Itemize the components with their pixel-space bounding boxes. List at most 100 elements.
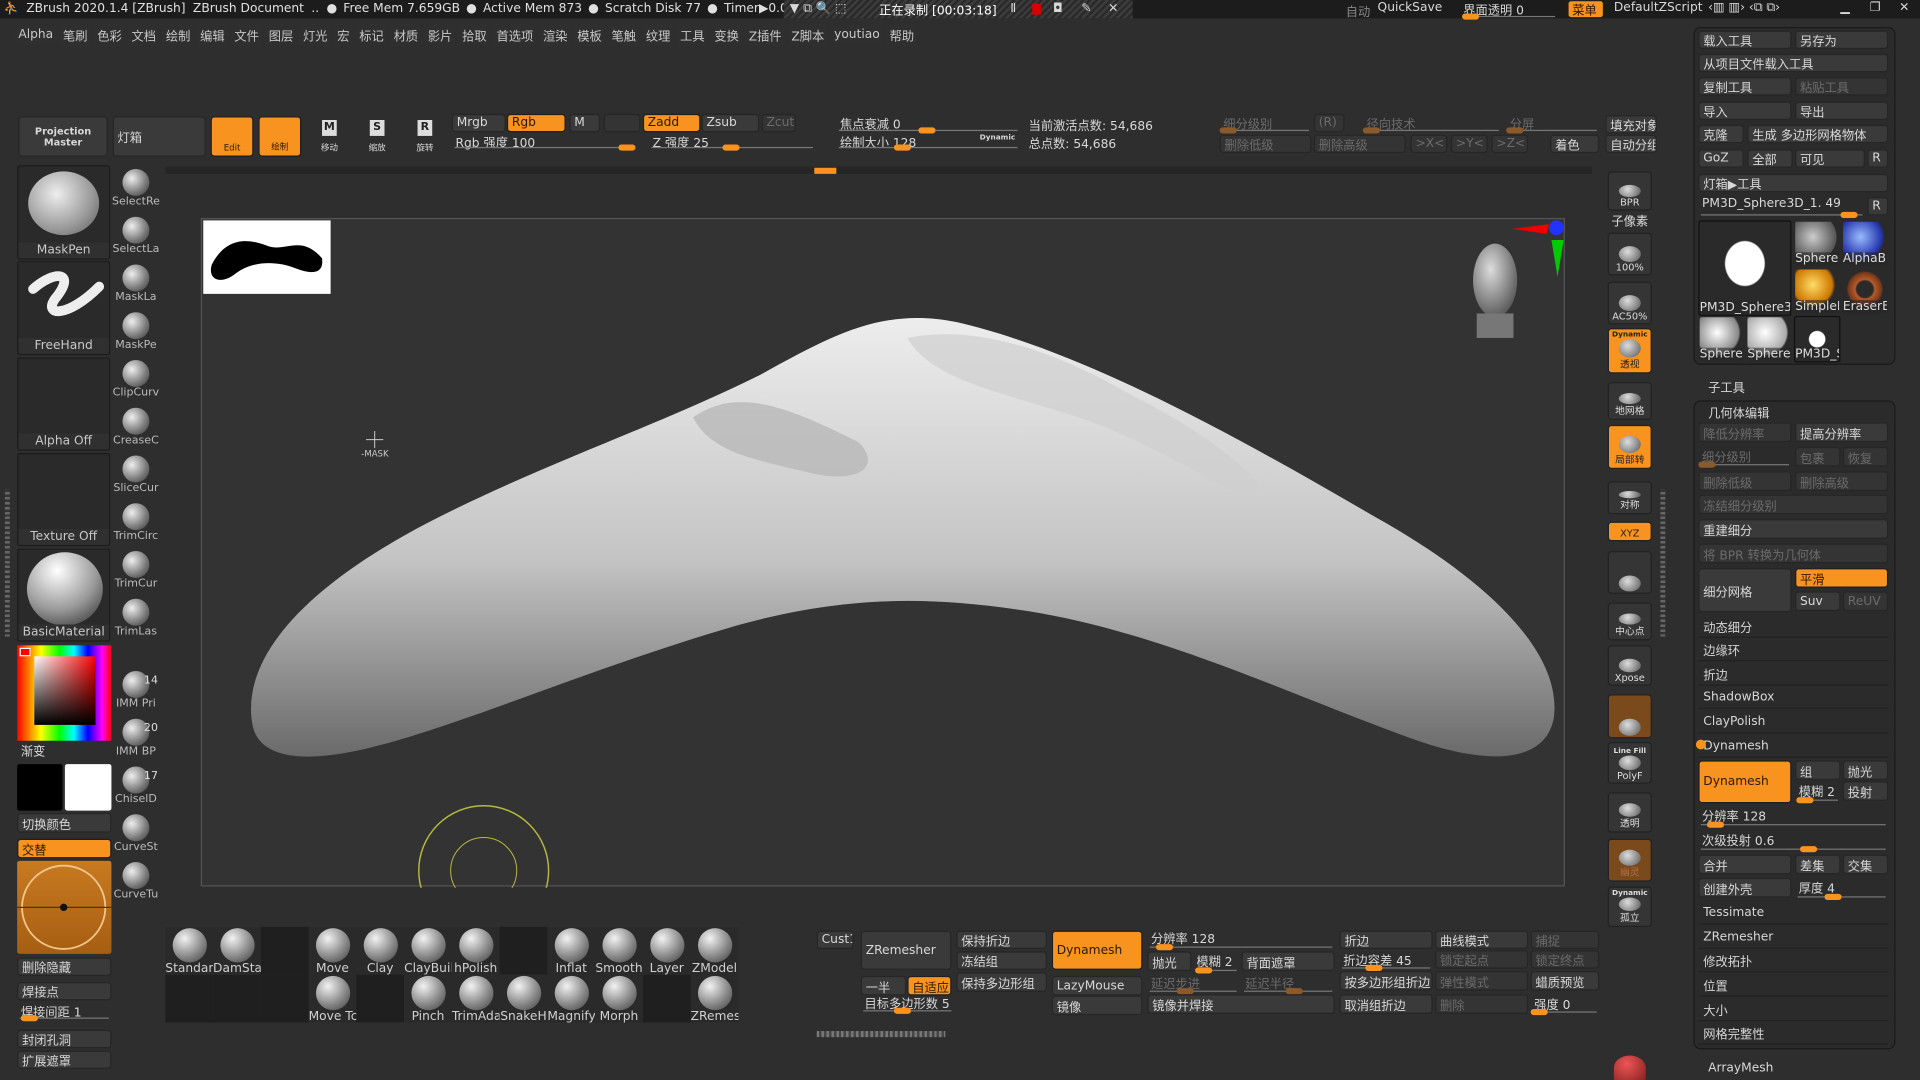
tool-trimlas[interactable]: TrimLas [111, 595, 160, 642]
shelf-AC50%[interactable]: AC50% [1607, 281, 1652, 325]
shelf-对称[interactable]: 对称 [1607, 481, 1652, 515]
layout-arrows-icon[interactable]: ‹▥ ▥› ‹⧉ ⧉› [1708, 1, 1780, 14]
section-size[interactable]: 大小 [1698, 998, 1889, 1022]
tool-thumb[interactable]: SphereE [1793, 220, 1841, 267]
mirror-button[interactable]: 镜像 [1051, 995, 1143, 1016]
reconstruct-subdiv-button[interactable]: 重建细分 [1698, 519, 1889, 539]
material-tile[interactable]: BasicMaterial [17, 548, 111, 642]
menu-4[interactable]: 绘制 [162, 22, 195, 46]
stroke-pad[interactable] [17, 860, 112, 954]
shelf-BPR[interactable]: BPR [1607, 171, 1652, 211]
sub-projection-slider[interactable]: 次级投射 0.6 [1698, 830, 1888, 853]
menu-13[interactable]: 拾取 [458, 22, 491, 46]
uncrease-groups-button[interactable]: 取消组折边 [1339, 994, 1433, 1014]
target-polys-slider[interactable]: 目标多边形数 5 [861, 993, 954, 1014]
top-del-lower-button[interactable]: 删除低级 [1219, 134, 1312, 154]
higher-res-button[interactable]: 提高分辨率 [1795, 422, 1889, 443]
projection-master-button[interactable]: Projection Master [18, 116, 108, 157]
shelf-icon-9[interactable] [1607, 551, 1652, 594]
copy-tool-button[interactable]: 复制工具 [1698, 77, 1792, 96]
gradient-toggle[interactable]: 渐变 [17, 740, 112, 760]
tool-thumb[interactable]: PM3D_Sphere3D [1698, 220, 1792, 316]
slider-knob[interactable] [1506, 127, 1524, 134]
slider-knob[interactable] [1824, 893, 1842, 901]
shelf-局部转[interactable]: 局部转 [1607, 424, 1652, 469]
menu-11[interactable]: 材质 [389, 22, 422, 46]
menu-18[interactable]: 纹理 [642, 22, 675, 46]
left-tray-handle[interactable] [4, 489, 10, 637]
color-picker[interactable] [17, 645, 112, 741]
load-from-project-button[interactable]: 从项目文件载入工具 [1698, 53, 1889, 73]
tool-curvest[interactable]: CurveSt [111, 811, 160, 858]
goz-visible-button[interactable]: 可见 [1795, 149, 1865, 168]
edit-button[interactable]: Edit [210, 116, 254, 157]
delete-curve-button[interactable]: 删除 [1435, 994, 1529, 1014]
tool-thumb[interactable]: EraserB [1841, 268, 1889, 315]
weld-distance-slider[interactable]: 焊接间距 1 [17, 1002, 111, 1022]
curve-mode-button[interactable]: 曲线模式 [1435, 930, 1529, 949]
brush-standard[interactable]: Standard [165, 926, 214, 975]
mirror-weld-button[interactable]: 镜像并焊接 [1147, 994, 1335, 1014]
menu-22[interactable]: Z脚本 [787, 22, 828, 46]
shelf-PolyF[interactable]: Line Fill PolyF [1607, 742, 1652, 784]
brush-move[interactable]: Move [308, 926, 357, 975]
canvas[interactable]: -MASK [200, 217, 1565, 888]
radial-count-slider[interactable]: 径向技术 [1362, 114, 1501, 134]
close-holes-button[interactable]: 封闭孔洞 [17, 1029, 112, 1049]
wax-preview-button[interactable]: 蜡质预览 [1530, 971, 1600, 991]
y-symmetry-button[interactable]: >Y< [1451, 134, 1488, 154]
menu-23[interactable]: youtiao [830, 25, 884, 44]
3d-model[interactable] [251, 317, 1555, 757]
crease-pg-button[interactable]: 按多边形组折边 [1339, 971, 1433, 991]
main-color-swatch[interactable] [19, 647, 31, 657]
dynamesh-polish-button[interactable]: 抛光 [1842, 760, 1889, 781]
cage-button[interactable]: 包裹 [1795, 446, 1841, 467]
keep-creases-button[interactable]: 保持折边 [956, 930, 1047, 949]
top-del-higher-button[interactable]: 删除高级 [1313, 134, 1406, 154]
thickness-slider[interactable]: 厚度 4 [1795, 878, 1888, 901]
tool-chiseld[interactable]: ChiselD 17 [111, 763, 160, 810]
current-tool-slider[interactable]: PM3D_Sphere3D_1. 49 [1698, 197, 1865, 218]
tool-trimcur[interactable]: TrimCur [111, 547, 160, 594]
slider-knob[interactable] [722, 144, 740, 151]
pause-icon[interactable]: Ⅱ [1010, 0, 1016, 18]
crease-button[interactable]: 折边 [1339, 930, 1433, 949]
slider-knob[interactable] [1155, 944, 1174, 951]
load-tool-button[interactable]: 载入工具 [1698, 30, 1792, 49]
slider-knob[interactable] [20, 1015, 38, 1022]
elastic-button[interactable]: 弹性模式 [1435, 971, 1529, 991]
goz-all-button[interactable]: 全部 [1747, 149, 1793, 168]
menu-20[interactable]: 变换 [710, 22, 743, 46]
stroke-tile[interactable]: FreeHand [17, 260, 111, 356]
lazy-radius-slider[interactable]: 延迟半径 [1242, 973, 1335, 995]
right-tray-handle[interactable] [1660, 489, 1666, 637]
slider-knob[interactable] [1800, 846, 1818, 853]
delete-hidden-button[interactable]: 删除隐藏 [17, 957, 112, 976]
primary-color-swatch[interactable] [64, 764, 112, 811]
current-brush-tile[interactable]: MaskPen [17, 165, 111, 260]
split-screen-slider[interactable]: 分屏 [1506, 114, 1599, 134]
close-recording-icon[interactable]: ✕ [1108, 0, 1118, 18]
tool-imm-pri[interactable]: IMM Pri 14 [111, 667, 160, 714]
mrgb-button[interactable]: Mrgb [451, 113, 506, 133]
quicksave-button[interactable]: QuickSave [1378, 1, 1443, 14]
geo-sdiv-slider[interactable]: 细分级别 [1698, 447, 1791, 468]
shelf-Xpose[interactable]: Xpose [1607, 645, 1652, 686]
lower-res-button[interactable]: 降低分辨率 [1698, 422, 1792, 443]
fill-object-button[interactable]: 填充对象 [1605, 115, 1657, 134]
dynamesh-panel-button[interactable]: Dynamesh [1698, 760, 1792, 804]
brush-claybuil[interactable]: ClayBuil [404, 926, 452, 975]
dynamesh-project-button[interactable]: 投射 [1842, 781, 1889, 801]
intensity-slider[interactable]: 强度 0 [1530, 994, 1600, 1016]
focal-shift-slider[interactable]: 焦点衰减 0 [836, 114, 1020, 134]
x-symmetry-button[interactable]: >X< [1410, 134, 1448, 154]
bottom-shelf-resize-handle[interactable] [816, 1031, 946, 1038]
tool-selectla[interactable]: SelectLa [111, 213, 160, 260]
tool-selectre[interactable]: SelectRe [111, 165, 160, 212]
section-tessimate[interactable]: Tessimate [1698, 901, 1889, 925]
color-picker-square[interactable] [34, 656, 96, 725]
menu-17[interactable]: 笔触 [607, 22, 640, 46]
import-button[interactable]: 导入 [1698, 101, 1792, 121]
shelf-icon-12[interactable] [1607, 694, 1652, 739]
slider-knob[interactable] [1698, 461, 1716, 468]
